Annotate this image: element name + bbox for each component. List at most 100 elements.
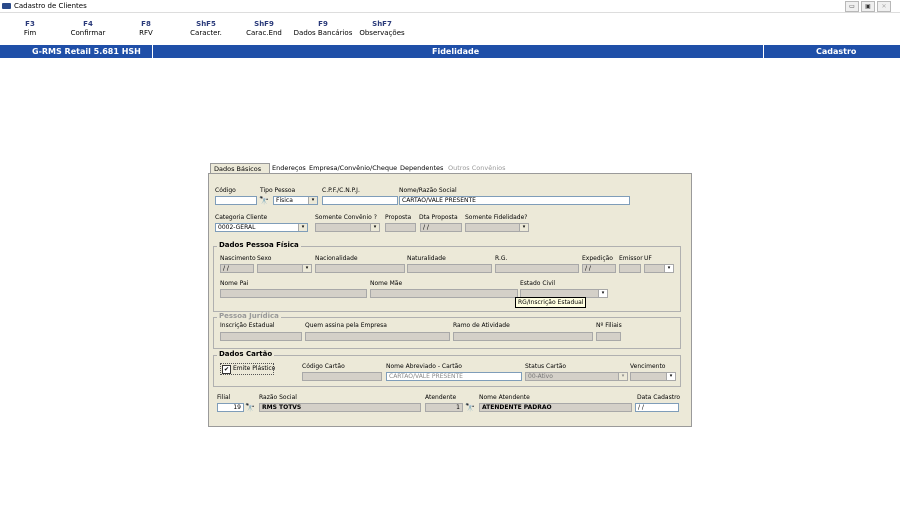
atendente-search-binoculars-icon[interactable]: 🔭: [465, 403, 475, 412]
fkey-confirmar-button[interactable]: F4 Confirmar: [64, 20, 112, 38]
tab-enderecos[interactable]: Endereços: [272, 164, 306, 172]
quem-assina-label: Quem assina pela Empresa: [305, 322, 387, 329]
fkey-observacoes-button[interactable]: ShF7 Observações: [355, 20, 409, 38]
tipo-pessoa-select[interactable]: Física ▾: [273, 196, 318, 205]
estado-civil-label: Estado Civil: [520, 280, 556, 287]
fkey-fim-button[interactable]: F3 Fim: [6, 20, 54, 38]
tipo-pessoa-value: Física: [276, 197, 293, 204]
nacionalidade-input: [315, 264, 405, 273]
somente-fidelidade-label: Somente Fidelidade?: [465, 214, 528, 221]
rg-tooltip: RG/Inscrição Estadual: [515, 297, 587, 308]
rg-input: [495, 264, 579, 273]
data-cadastro-input[interactable]: / /: [635, 403, 679, 412]
pessoa-juridica-title: Pessoa Jurídica: [217, 312, 281, 320]
nome-pai-input: [220, 289, 367, 298]
chevron-down-icon: ▾: [370, 224, 379, 231]
filial-input[interactable]: 19: [217, 403, 244, 412]
fkey-label: Dados Bancários: [293, 29, 353, 37]
nome-label: Nome/Razão Social: [399, 187, 457, 194]
close-button[interactable]: ✕: [877, 1, 891, 12]
fkey-caracter-button[interactable]: ShF5 Caracter.: [182, 20, 230, 38]
atendente-input: 1: [425, 403, 463, 412]
nome-mae-label: Nome Mãe: [370, 280, 403, 287]
tab-dependentes[interactable]: Dependentes: [400, 164, 443, 172]
dados-cartao-group: [213, 355, 681, 387]
nome-pai-label: Nome Pai: [220, 280, 249, 287]
inscricao-estadual-label: Inscrição Estadual: [220, 322, 275, 329]
ramo-atividade-input: [453, 332, 593, 341]
uf-label: UF: [644, 255, 652, 262]
fkey-label: Caracter.: [190, 29, 222, 37]
num-filiais-input: [596, 332, 621, 341]
fkey-key: F3: [25, 20, 35, 28]
minimize-button[interactable]: ▭: [845, 1, 859, 12]
fkey-dados-bancarios-button[interactable]: F9 Dados Bancários: [291, 20, 355, 38]
chevron-down-icon: ▾: [298, 224, 307, 231]
cpf-label: C.P.F./C.N.P.J.: [322, 187, 360, 194]
codigo-cartao-label: Código Cartão: [302, 363, 345, 370]
categoria-cliente-select[interactable]: 0002-GERAL ▾: [215, 223, 308, 232]
uf-select: ▾: [644, 264, 674, 273]
fkey-key: ShF9: [254, 20, 274, 28]
codigo-label: Código: [215, 187, 236, 194]
dados-cartao-title: Dados Cartão: [217, 350, 275, 358]
fkey-rfv-button[interactable]: F8 RFV: [122, 20, 170, 38]
window-titlebar: Cadastro de Clientes ▭ ▣ ✕: [0, 0, 900, 13]
nome-razao-social-input[interactable]: CARTÃO/VALE PRESENTE: [399, 196, 630, 205]
status-cartao-value: 00-Ativo: [528, 373, 553, 380]
categoria-label: Categoria Cliente: [215, 214, 268, 221]
emite-plastico-checkbox[interactable]: ✔ Emite Plástico: [220, 363, 275, 375]
status-bar: G-RMS Retail 5.681 HSH Fidelidade Cadast…: [0, 45, 900, 58]
status-divider: [152, 45, 153, 58]
rg-label: R.G.: [495, 255, 508, 262]
categoria-value: 0002-GERAL: [218, 224, 256, 231]
fkey-caracend-button[interactable]: ShF9 Carac.End: [240, 20, 288, 38]
tab-label: Dados Básicos: [214, 165, 262, 173]
mode-label: Cadastro: [816, 47, 857, 56]
nome-atendente-label: Nome Atendente: [479, 394, 530, 401]
maximize-button[interactable]: ▣: [861, 1, 875, 12]
proposta-label: Proposta: [385, 214, 412, 221]
somente-convenio-select: ▾: [315, 223, 380, 232]
razao-social-label: Razão Social: [259, 394, 297, 401]
quem-assina-input: [305, 332, 450, 341]
sexo-select: ▾: [257, 264, 312, 273]
inscricao-estadual-input: [220, 332, 302, 341]
app-icon: [2, 3, 11, 9]
nome-abreviado-label: Nome Abreviado - Cartão: [386, 363, 462, 370]
fkey-label: Carac.End: [246, 29, 282, 37]
chevron-down-icon: ▾: [308, 197, 317, 204]
somente-fidelidade-select: ▾: [465, 223, 529, 232]
codigo-input[interactable]: [215, 196, 257, 205]
num-filiais-label: Nº Filiais: [596, 322, 622, 329]
chevron-down-icon: ▾: [519, 224, 528, 231]
pessoa-fisica-title: Dados Pessoa Física: [217, 241, 301, 249]
fkey-label: Fim: [23, 29, 37, 37]
filial-search-binoculars-icon[interactable]: 🔭: [245, 403, 255, 412]
proposta-input: [385, 223, 416, 232]
chevron-down-icon: ▾: [598, 290, 607, 297]
dta-proposta-input: / /: [420, 223, 462, 232]
tab-empresa-convenio-cheque[interactable]: Empresa/Convênio/Cheque: [309, 164, 397, 172]
nome-atendente-input: ATENDENTE PADRAO: [479, 403, 632, 412]
vencimento-label: Vencimento: [630, 363, 666, 370]
version-label: G-RMS Retail 5.681 HSH: [32, 47, 141, 56]
chevron-down-icon: ▾: [302, 265, 311, 272]
filial-label: Filial: [217, 394, 231, 401]
chevron-down-icon: ▾: [618, 373, 627, 380]
window-title: Cadastro de Clientes: [14, 2, 87, 10]
naturalidade-input: [407, 264, 492, 273]
tab-outros-convenios: Outros Convênios: [448, 164, 506, 172]
tipo-pessoa-label: Tipo Pessoa: [260, 187, 296, 194]
status-cartao-select: 00-Ativo ▾: [525, 372, 628, 381]
razao-social-input: RMS TOTVS: [259, 403, 421, 412]
search-binoculars-icon[interactable]: 🔭: [259, 196, 269, 205]
fkey-key: ShF7: [372, 20, 392, 28]
cpf-cnpj-input[interactable]: [322, 196, 398, 205]
nascimento-input: / /: [220, 264, 254, 273]
sexo-label: Sexo: [257, 255, 272, 262]
data-cadastro-label: Data Cadastro: [637, 394, 681, 401]
fkey-key: F8: [141, 20, 151, 28]
nome-abreviado-input[interactable]: CARTÃO/VALE PRESENTE: [386, 372, 522, 381]
ramo-atividade-label: Ramo de Atividade: [453, 322, 510, 329]
